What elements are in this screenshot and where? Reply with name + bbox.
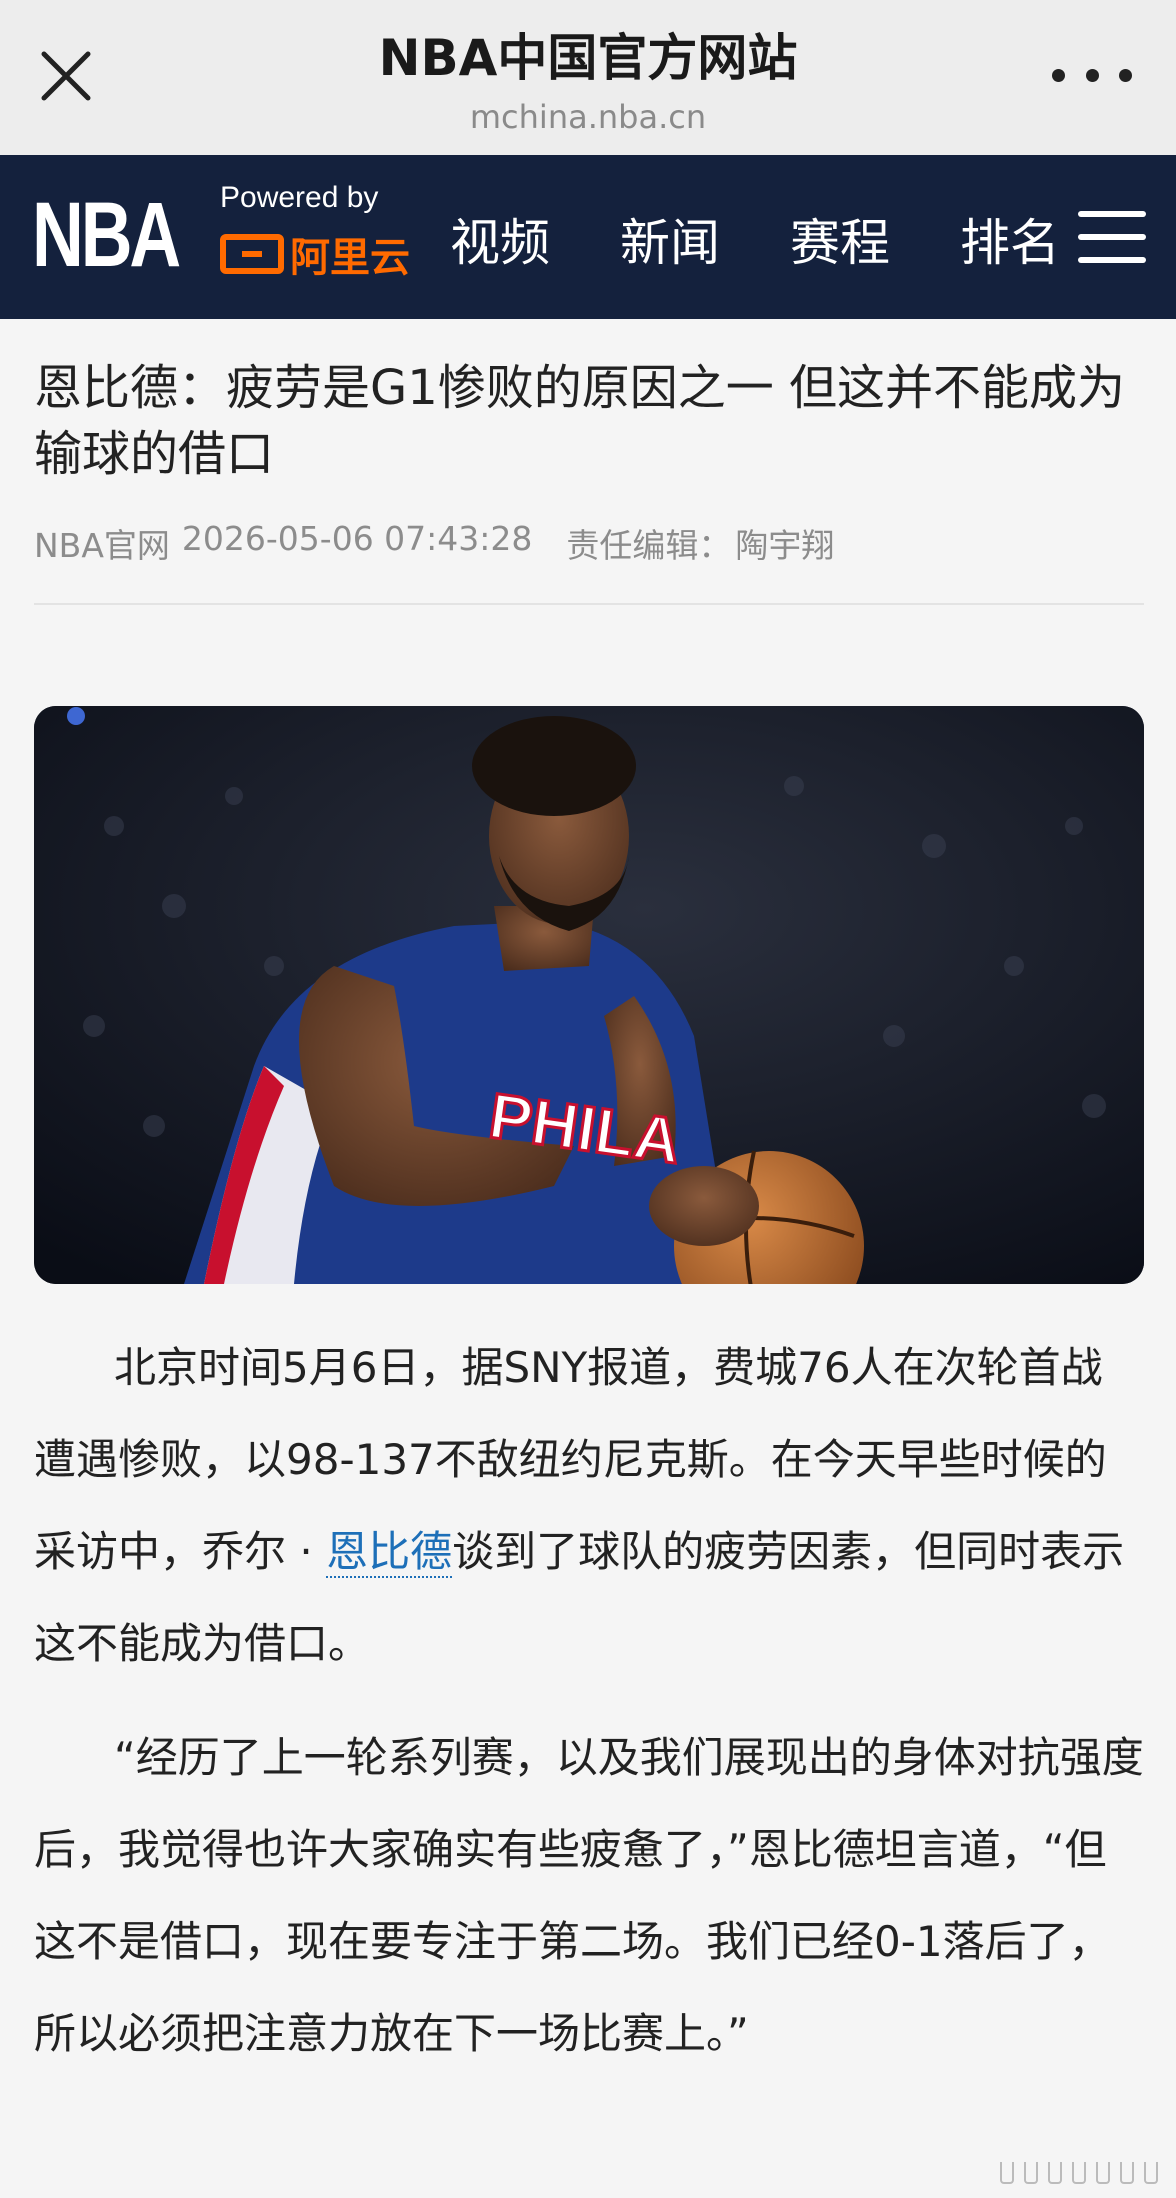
player-photo-illustration: PHILA [34,706,1144,1284]
nav-item-standings[interactable]: 排名 [960,203,1060,275]
article-datetime: 2026-05-06 07:43:28 [181,519,533,558]
more-dot-icon [1119,68,1132,82]
article-source: NBA官网 [34,526,170,565]
article-photo[interactable]: PHILA [34,706,1144,1284]
page-url: mchina.nba.cn [469,98,707,136]
more-dot-icon [1085,68,1099,82]
article-meta: NBA官网 2026-05-06 07:43:28 责任编辑： 陶宇翔 [34,519,1144,567]
menu-line-icon [1078,234,1146,240]
powered-by-label: Powered by [220,181,379,214]
nav-item-schedule[interactable]: 赛程 [790,203,890,275]
site-navbar: NBA Powered by 阿里云 视频 新闻 赛程 排名 [0,155,1176,319]
article-body: 北京时间5月6日，据SNY报道，费城76人在次轮首战遭遇惨败，以98-137不敌… [34,1322,1144,2102]
paragraph-1: 北京时间5月6日，据SNY报道，费城76人在次轮首战遭遇惨败，以98-137不敌… [34,1322,1144,1690]
page-title: NBA中国官方网站 [378,29,798,87]
nba-logo-text: NBA [32,184,181,286]
editor-label: 责任编辑： [566,526,732,565]
editor-name: 陶宇翔 [735,526,835,565]
more-dot-icon [1052,68,1065,82]
nav-item-news[interactable]: 新闻 [620,203,720,275]
aliyun-logo-icon [220,234,284,274]
nav-menu: 视频 新闻 赛程 排名 [450,203,1130,275]
watermark [1000,2162,1158,2184]
sponsor-block: Powered by 阿里云 [220,181,420,283]
header-divider [34,603,1144,605]
sponsor-name: 阿里云 [290,235,410,281]
webview-top-bar: NBA中国官方网站 mchina.nba.cn [0,0,1176,155]
nav-item-videos[interactable]: 视频 [450,203,550,275]
article-title: 恩比德：疲劳是G1惨败的原因之一 但这并不能成为输球的借口 [34,360,1125,482]
menu-line-icon [1078,211,1146,217]
menu-line-icon [1078,257,1146,263]
hamburger-menu-button[interactable] [1078,211,1146,263]
article-header: 恩比德：疲劳是G1惨败的原因之一 但这并不能成为输球的借口 NBA官网 2026… [34,319,1144,605]
paragraph-2: “经历了上一轮系列赛，以及我们展现出的身体对抗强度后，我觉得也许大家确实有些疲惫… [34,1733,1144,2058]
player-link[interactable]: 恩比德 [326,1527,453,1578]
more-options-button[interactable] [1052,60,1132,90]
nba-logo[interactable]: NBA [24,185,194,285]
